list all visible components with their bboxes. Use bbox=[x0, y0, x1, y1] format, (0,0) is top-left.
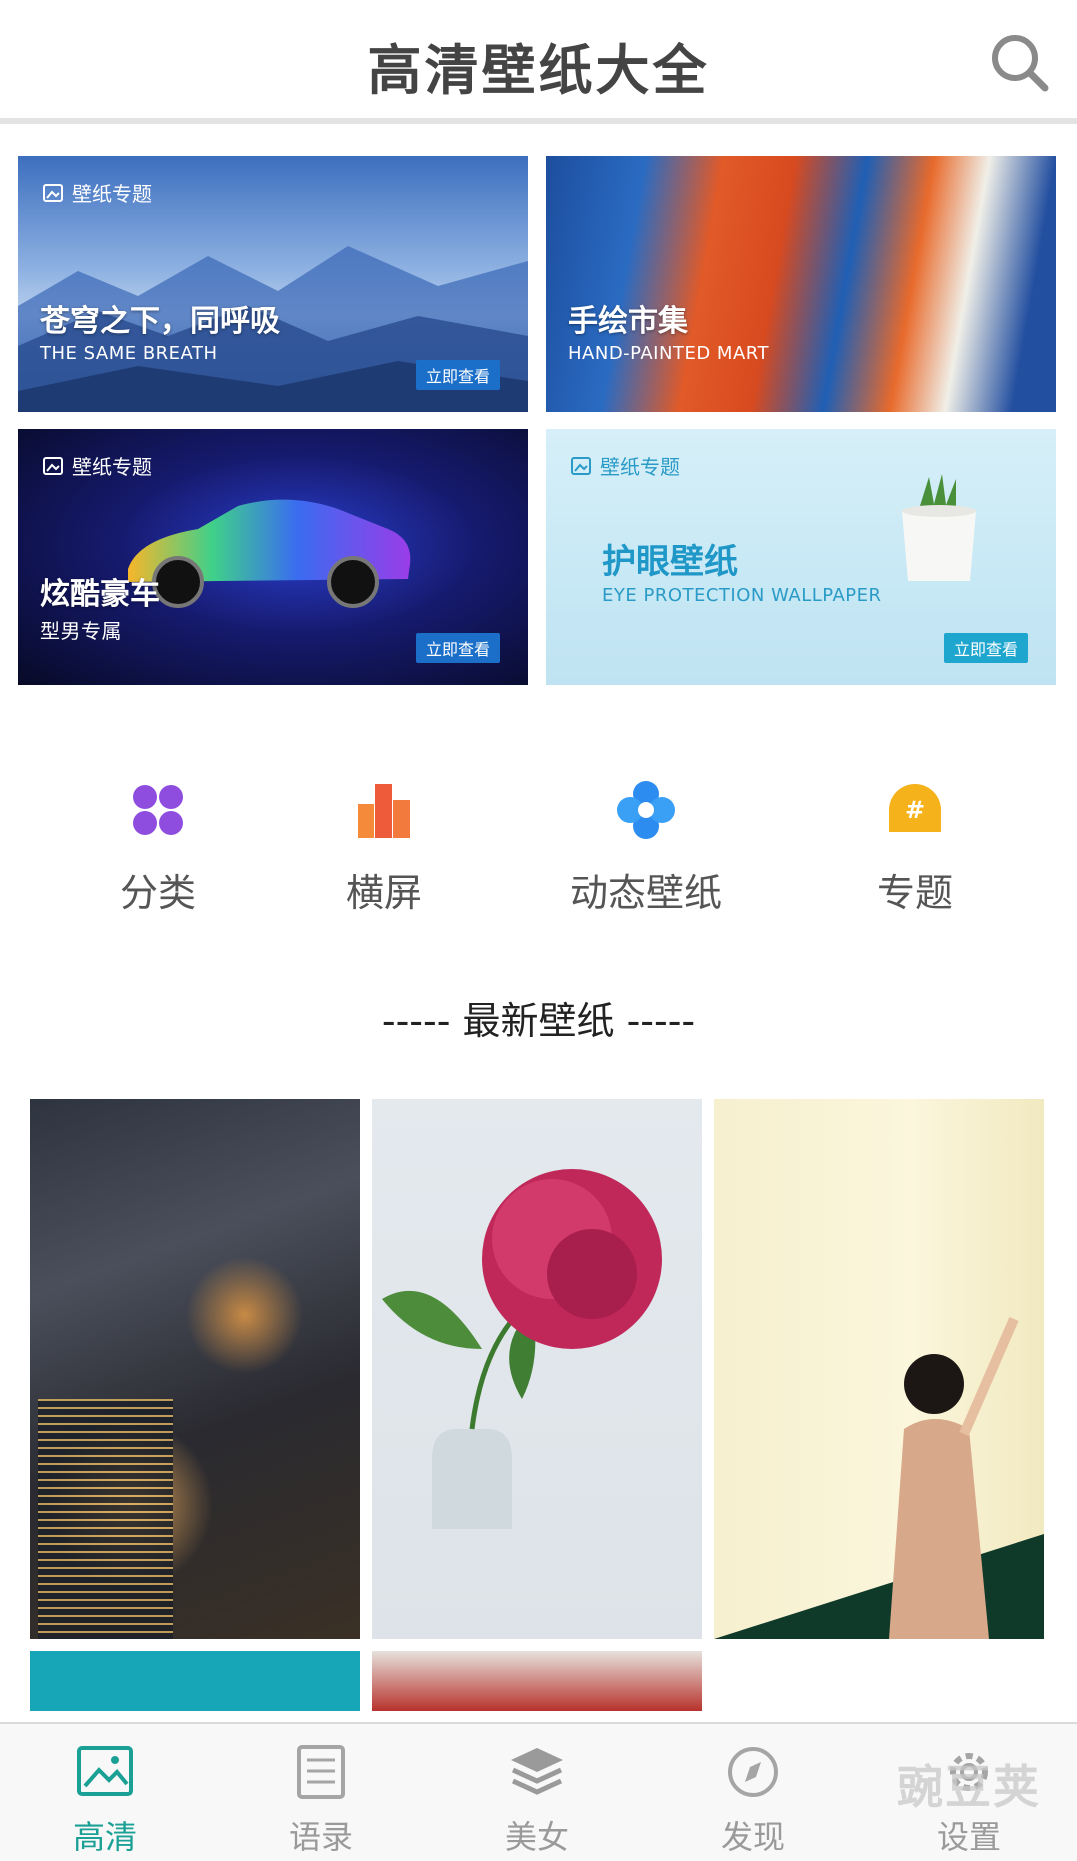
banner-tag-label: 壁纸专题 bbox=[72, 182, 152, 206]
wallpaper-portrait[interactable] bbox=[714, 1099, 1044, 1639]
banner-tag: 壁纸专题 bbox=[570, 451, 680, 480]
tab-label: 语录 bbox=[288, 1818, 353, 1856]
peony-illustration bbox=[382, 1169, 662, 1529]
category-shortcuts: 分类 横屏 动态壁纸 # 专题 bbox=[0, 780, 1077, 920]
banner-tag: 壁纸专题 bbox=[42, 178, 152, 207]
tab-hd[interactable]: 高清 bbox=[40, 1744, 170, 1858]
list-icon bbox=[297, 1745, 345, 1799]
bottom-tab-bar: 高清 语录 美女 发现 设置 豌豆荚 bbox=[0, 1722, 1077, 1861]
watermark-text: 豌豆荚 bbox=[897, 1760, 1041, 1814]
wallpaper-peony[interactable] bbox=[372, 1099, 702, 1639]
banner-tag: 壁纸专题 bbox=[42, 451, 152, 480]
tab-label: 发现 bbox=[720, 1818, 785, 1856]
view-now-button[interactable]: 立即查看 bbox=[415, 360, 500, 390]
app-title: 高清壁纸大全 bbox=[367, 39, 710, 102]
banner-same-breath[interactable]: 壁纸专题 苍穹之下，同呼吸 THE SAME BREATH 立即查看 bbox=[18, 156, 528, 412]
building-shape bbox=[38, 1399, 173, 1639]
category-label: 横屏 bbox=[345, 871, 422, 915]
banner-title: 苍穹之下，同呼吸 bbox=[40, 304, 280, 339]
hashtag-icon: # bbox=[889, 784, 941, 832]
woman-illustration bbox=[889, 1317, 1019, 1639]
category-label: 动态壁纸 bbox=[569, 871, 722, 915]
category-label: 专题 bbox=[876, 871, 953, 915]
plant-pot-illustration bbox=[902, 474, 976, 581]
tab-beauty[interactable]: 美女 bbox=[472, 1744, 602, 1858]
banner-tag-label: 壁纸专题 bbox=[600, 455, 680, 479]
view-now-button[interactable]: 立即查看 bbox=[415, 633, 500, 663]
category-label: 分类 bbox=[119, 871, 196, 915]
picture-icon bbox=[43, 456, 63, 475]
banner-title: 炫酷豪车 bbox=[40, 577, 160, 612]
banner-subtitle: HAND-PAINTED MART bbox=[568, 343, 769, 364]
banner-subtitle: EYE PROTECTION WALLPAPER bbox=[602, 585, 882, 606]
banner-subtitle: THE SAME BREATH bbox=[40, 343, 218, 364]
category-classify[interactable]: 分类 bbox=[98, 780, 218, 917]
layers-icon bbox=[511, 1748, 563, 1795]
search-icon[interactable] bbox=[987, 30, 1053, 96]
banner-title: 手绘市集 bbox=[568, 304, 688, 339]
tab-label: 设置 bbox=[936, 1818, 1001, 1856]
banner-cool-cars[interactable]: 壁纸专题 炫酷豪车 型男专属 立即查看 bbox=[18, 429, 528, 685]
wallpaper-skull-emblem[interactable] bbox=[372, 1651, 702, 1711]
banner-eye-protection[interactable]: 壁纸专题 护眼壁纸 EYE PROTECTION WALLPAPER 立即查看 bbox=[546, 429, 1056, 685]
banner-tag-label: 壁纸专题 bbox=[72, 455, 152, 479]
tab-label: 高清 bbox=[72, 1818, 137, 1856]
car-illustration bbox=[128, 499, 411, 608]
banner-title: 护眼壁纸 bbox=[602, 542, 738, 582]
picture-icon bbox=[571, 456, 591, 475]
category-landscape[interactable]: 横屏 bbox=[324, 780, 444, 917]
category-topics[interactable]: # 专题 bbox=[855, 780, 975, 917]
wallpaper-teal[interactable] bbox=[30, 1651, 360, 1711]
tab-discover[interactable]: 发现 bbox=[688, 1744, 818, 1858]
tab-label: 美女 bbox=[504, 1818, 569, 1856]
tab-quotes[interactable]: 语录 bbox=[256, 1744, 386, 1858]
compass-icon bbox=[728, 1747, 778, 1797]
category-live-wallpaper[interactable]: 动态壁纸 bbox=[556, 780, 736, 917]
wallpaper-city-night[interactable] bbox=[30, 1099, 360, 1639]
bars-icon bbox=[358, 784, 410, 838]
grid-icon bbox=[133, 785, 183, 835]
flower-icon bbox=[617, 781, 675, 839]
banner-subtitle: 型男专属 bbox=[40, 619, 122, 643]
view-now-button[interactable]: 立即查看 bbox=[943, 633, 1028, 663]
latest-wallpapers-title: ----- 最新壁纸 ----- bbox=[381, 999, 696, 1043]
app-header: 高清壁纸大全 bbox=[0, 0, 1077, 124]
banner-hand-painted[interactable]: 手绘市集 HAND-PAINTED MART bbox=[546, 156, 1056, 412]
svg-text:#: # bbox=[905, 796, 925, 824]
picture-icon bbox=[43, 183, 63, 202]
image-icon bbox=[77, 1746, 133, 1796]
